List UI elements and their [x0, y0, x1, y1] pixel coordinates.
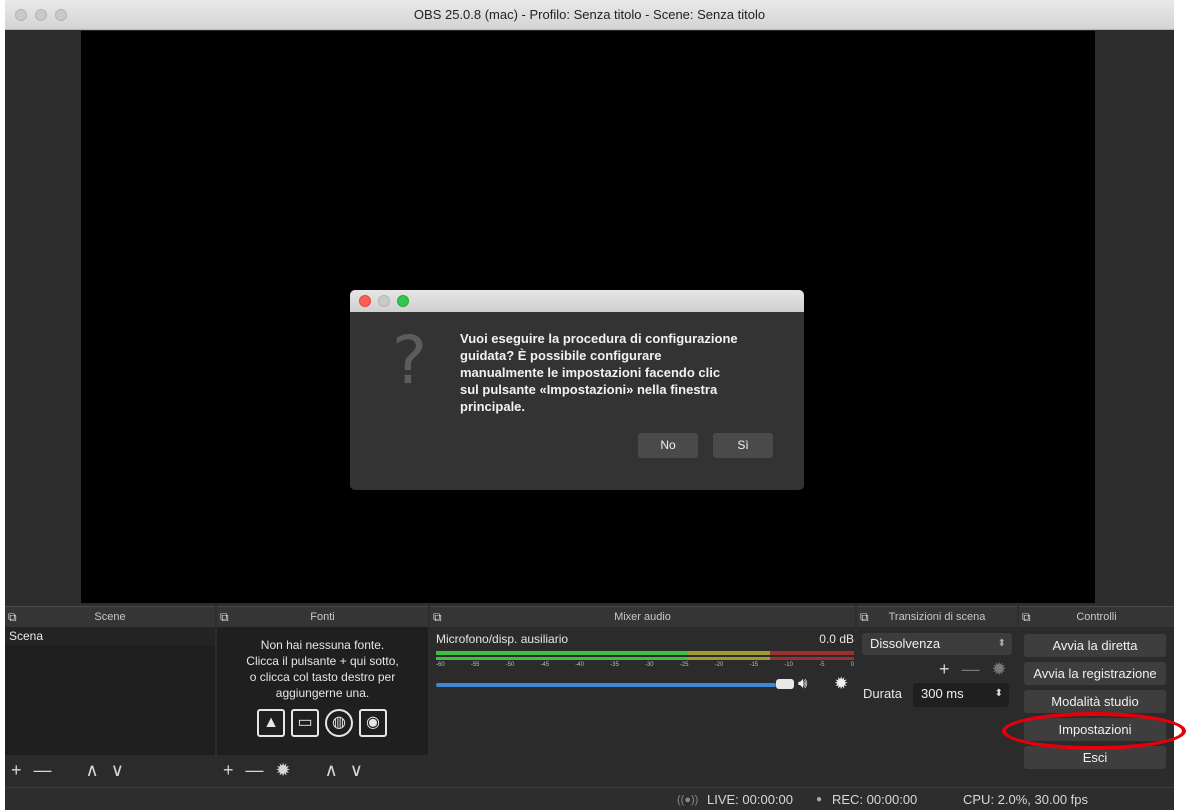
move-down-icon[interactable]: ∨: [350, 760, 363, 781]
stepper-icon[interactable]: ⬍: [995, 683, 1003, 705]
dialog-message: Vuoi eseguire la procedura di configuraz…: [460, 331, 738, 414]
meter-tick-label: -15: [749, 662, 759, 668]
speaker-icon[interactable]: 🔊︎: [798, 675, 807, 692]
mixer-panel: Microfono/disp. ausiliario 0.0 dB -60 -55…: [430, 627, 855, 785]
start-stream-button[interactable]: Avvia la diretta: [1024, 634, 1166, 657]
meter-tick-label: -40: [575, 662, 584, 668]
title-bar: OBS 25.0.8 (mac) - Profilo: Senza titolo…: [5, 0, 1174, 30]
dock-header-controlli: ⧉ Controlli: [1019, 606, 1174, 627]
duration-value: 300 ms: [921, 686, 964, 701]
exit-button[interactable]: Esci: [1024, 746, 1166, 769]
move-up-icon[interactable]: ∧: [86, 760, 99, 781]
dock-title-controlli: Controlli: [1076, 611, 1117, 623]
source-type-icons: ▲ ▭ ◍ ◉: [257, 709, 387, 737]
monitor-icon: ▭: [291, 709, 319, 737]
studio-mode-button[interactable]: Modalità studio: [1024, 690, 1166, 713]
dialog-close-button[interactable]: [359, 295, 371, 307]
rec-time: REC: 00:00:00: [832, 792, 918, 807]
dock-title-fonti: Fonti: [310, 611, 335, 623]
meter-tick-label: -25: [679, 662, 689, 668]
mixer-db-value: 0.0 dB: [819, 632, 854, 646]
add-transition-button[interactable]: +: [939, 659, 950, 680]
obs-main-window: OBS 25.0.8 (mac) - Profilo: Senza titolo…: [5, 0, 1174, 810]
fonti-panel: Non hai nessuna fonte. Clicca il pulsant…: [217, 627, 428, 785]
transition-select[interactable]: Dissolvenza ⬍: [862, 633, 1012, 655]
dialog-window-controls: [359, 295, 409, 307]
status-bar: ((●)) LIVE: 00:00:00 ● REC: 00:00:00 CPU…: [5, 787, 1174, 810]
meter-tick-label: -45: [540, 662, 550, 668]
undock-icon[interactable]: ⧉: [8, 610, 17, 624]
undock-icon[interactable]: ⧉: [1022, 610, 1031, 624]
remove-scene-button[interactable]: —: [34, 760, 52, 781]
no-sources-text: Non hai nessuna fonte. Clicca il pulsant…: [246, 638, 399, 700]
yes-button[interactable]: Sì: [713, 433, 773, 458]
add-scene-button[interactable]: +: [11, 760, 22, 781]
undock-icon[interactable]: ⧉: [433, 610, 442, 624]
undock-icon[interactable]: ⧉: [220, 610, 229, 624]
dock-header-scene: ⧉ Scene: [5, 606, 215, 627]
camera-icon: ◉: [359, 709, 387, 737]
add-source-button[interactable]: +: [223, 760, 234, 781]
cpu-fps: CPU: 2.0%, 30.00 fps: [963, 792, 1089, 807]
live-time: LIVE: 00:00:00: [707, 792, 794, 807]
controlli-panel: Avvia la diretta Avvia la registrazione …: [1019, 627, 1174, 785]
duration-label: Durata: [863, 686, 903, 701]
dock-title-mixer: Mixer audio: [614, 611, 671, 623]
volume-slider-handle[interactable]: [776, 679, 795, 689]
mixer-track-name: Microfono/disp. ausiliario: [436, 632, 569, 646]
scene-list-item[interactable]: Scena: [5, 627, 215, 645]
meter-tick-label: -35: [610, 662, 619, 668]
scene-panel: Scena + — ∧ ∨: [5, 627, 215, 785]
remove-source-button[interactable]: —: [246, 760, 264, 781]
source-list[interactable]: Non hai nessuna fonte. Clicca il pulsant…: [217, 627, 428, 755]
dock-headers: ⧉ Scene ⧉ Fonti ⧉ Mixer audio ⧉ Transizi…: [5, 606, 1174, 627]
transition-toolbar: + — ✹: [933, 657, 1007, 681]
meter-tick-label: -10: [784, 662, 793, 668]
dock-title-transizioni: Transizioni di scena: [888, 611, 986, 623]
dock-title-scene: Scene: [94, 611, 126, 623]
volume-row: 🔊︎ ✹: [436, 674, 854, 694]
volume-meter: [436, 649, 854, 663]
scene-toolbar: + — ∧ ∨: [5, 755, 124, 785]
volume-slider-track[interactable]: [436, 683, 777, 687]
remove-transition-button[interactable]: —: [962, 659, 980, 680]
meter-tick-label: 0: [850, 662, 854, 668]
dialog-title-bar: [350, 290, 804, 312]
meter-tick-label: -60: [436, 662, 445, 668]
chevron-updown-icon: ⬍: [997, 638, 1006, 649]
dock-header-fonti: ⧉ Fonti: [217, 606, 428, 627]
gear-icon[interactable]: ✹: [992, 659, 1007, 680]
settings-button[interactable]: Impostazioni: [1024, 718, 1166, 741]
globe-icon: ◍: [325, 709, 353, 737]
scene-list[interactable]: Scena: [5, 627, 215, 755]
meter-tick-label: -20: [714, 662, 724, 668]
wizard-dialog: ? Vuoi eseguire la procedura di configur…: [350, 290, 804, 490]
dialog-maximize-button[interactable]: [397, 295, 409, 307]
meter-tick-label: -55: [470, 662, 480, 668]
fonti-toolbar: + — ✹ ∧ ∨: [217, 755, 363, 785]
transition-selected-value: Dissolvenza: [870, 636, 941, 651]
image-icon: ▲: [257, 709, 285, 737]
move-up-icon[interactable]: ∧: [325, 760, 338, 781]
gear-icon[interactable]: ✹: [276, 760, 291, 781]
no-button[interactable]: No: [638, 433, 698, 458]
dock-header-mixer: ⧉ Mixer audio: [430, 606, 855, 627]
meter-tick-label: -5: [819, 662, 825, 668]
transizioni-panel: Dissolvenza ⬍ + — ✹ Durata 300 ms ⬍: [857, 627, 1017, 785]
duration-input[interactable]: 300 ms ⬍: [913, 683, 1009, 707]
gear-icon[interactable]: ✹: [834, 674, 848, 694]
meter-tick-label: -30: [644, 662, 654, 668]
window-title: OBS 25.0.8 (mac) - Profilo: Senza titolo…: [413, 7, 766, 22]
mixer-track-header: Microfono/disp. ausiliario 0.0 dB: [436, 632, 854, 646]
start-recording-button[interactable]: Avvia la registrazione: [1024, 662, 1166, 685]
move-down-icon[interactable]: ∨: [111, 760, 124, 781]
dialog-minimize-button: [378, 295, 390, 307]
undock-icon[interactable]: ⧉: [860, 610, 869, 624]
meter-ticks: -60 -55 -50 -45 -40 -35 -30 -25 -20 -15 -10 -5 0: [436, 662, 854, 668]
live-indicator-icon: ((●)): [677, 794, 699, 806]
meter-tick-label: -50: [505, 662, 515, 668]
rec-indicator-icon: ●: [816, 794, 823, 805]
question-mark-icon: ?: [392, 322, 428, 399]
dock-header-transizioni: ⧉ Transizioni di scena: [857, 606, 1017, 627]
